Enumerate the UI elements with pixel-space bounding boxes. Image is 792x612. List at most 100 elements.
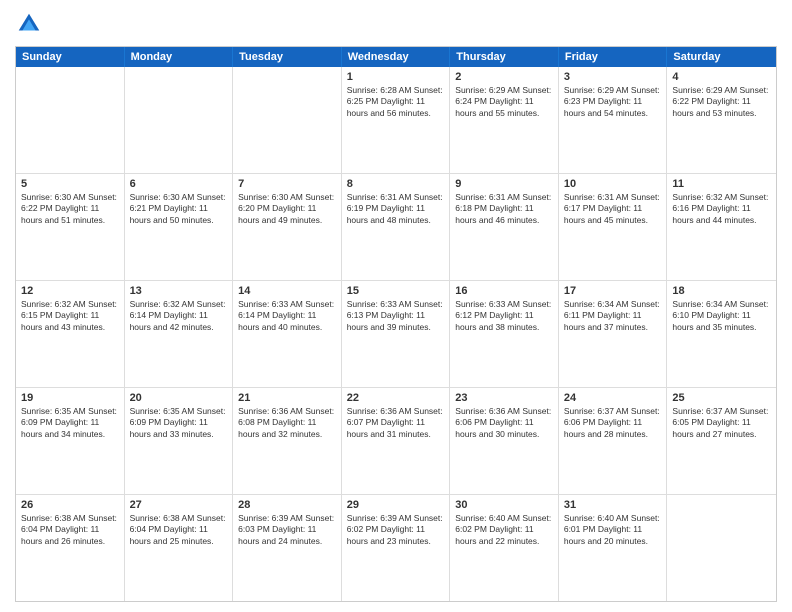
cell-info: Sunrise: 6:29 AM Sunset: 6:23 PM Dayligh…	[564, 85, 662, 119]
cell-day-number: 25	[672, 392, 771, 404]
calendar-cell	[667, 495, 776, 601]
logo	[15, 10, 47, 38]
calendar-row-2: 5 Sunrise: 6:30 AM Sunset: 6:22 PM Daylig…	[16, 174, 776, 281]
calendar-cell: 18Sunrise: 6:34 AM Sunset: 6:10 PM Dayli…	[667, 281, 776, 387]
calendar-cell: 12 Sunrise: 6:32 AM Sunset: 6:15 PM Dayli…	[16, 281, 125, 387]
calendar-cell	[16, 67, 125, 173]
cell-day-number: 16	[455, 285, 553, 297]
cell-info: Sunrise: 6:37 AM Sunset: 6:05 PM Dayligh…	[672, 406, 771, 440]
cell-day-number: 22	[347, 392, 445, 404]
calendar-cell: 7 Sunrise: 6:30 AM Sunset: 6:20 PM Daylig…	[233, 174, 342, 280]
day-header-wednesday: Wednesday	[342, 47, 451, 67]
calendar-cell: 5 Sunrise: 6:30 AM Sunset: 6:22 PM Daylig…	[16, 174, 125, 280]
cell-day-number: 14	[238, 285, 336, 297]
calendar-row-4: 19Sunrise: 6:35 AM Sunset: 6:09 PM Dayli…	[16, 388, 776, 495]
calendar-cell: 3 Sunrise: 6:29 AM Sunset: 6:23 PM Daylig…	[559, 67, 668, 173]
calendar-cell: 31Sunrise: 6:40 AM Sunset: 6:01 PM Dayli…	[559, 495, 668, 601]
calendar-cell: 14 Sunrise: 6:33 AM Sunset: 6:14 PM Dayli…	[233, 281, 342, 387]
cell-day-number: 10	[564, 178, 662, 190]
cell-info: Sunrise: 6:39 AM Sunset: 6:03 PM Dayligh…	[238, 513, 336, 547]
cell-info: Sunrise: 6:33 AM Sunset: 6:12 PM Dayligh…	[455, 299, 553, 333]
cell-info: Sunrise: 6:34 AM Sunset: 6:10 PM Dayligh…	[672, 299, 771, 333]
day-header-monday: Monday	[125, 47, 234, 67]
day-header-friday: Friday	[559, 47, 668, 67]
calendar-cell: 13Sunrise: 6:32 AM Sunset: 6:14 PM Dayli…	[125, 281, 234, 387]
cell-info: Sunrise: 6:30 AM Sunset: 6:21 PM Dayligh…	[130, 192, 228, 226]
calendar-cell: 21 Sunrise: 6:36 AM Sunset: 6:08 PM Dayli…	[233, 388, 342, 494]
cell-info: Sunrise: 6:31 AM Sunset: 6:18 PM Dayligh…	[455, 192, 553, 226]
cell-info: Sunrise: 6:38 AM Sunset: 6:04 PM Dayligh…	[130, 513, 228, 547]
cell-info: Sunrise: 6:32 AM Sunset: 6:14 PM Dayligh…	[130, 299, 228, 333]
calendar-cell: 20 Sunrise: 6:35 AM Sunset: 6:09 PM Dayli…	[125, 388, 234, 494]
cell-day-number: 4	[672, 71, 771, 83]
cell-info: Sunrise: 6:31 AM Sunset: 6:19 PM Dayligh…	[347, 192, 445, 226]
calendar-cell	[233, 67, 342, 173]
calendar-cell: 1Sunrise: 6:28 AM Sunset: 6:25 PM Daylig…	[342, 67, 451, 173]
calendar-body: 1Sunrise: 6:28 AM Sunset: 6:25 PM Daylig…	[16, 67, 776, 601]
day-headers: SundayMondayTuesdayWednesdayThursdayFrid…	[16, 47, 776, 67]
cell-day-number: 28	[238, 499, 336, 511]
day-header-tuesday: Tuesday	[233, 47, 342, 67]
cell-day-number: 20	[130, 392, 228, 404]
cell-day-number: 2	[455, 71, 553, 83]
cell-day-number: 26	[21, 499, 119, 511]
cell-day-number: 15	[347, 285, 445, 297]
cell-day-number: 21	[238, 392, 336, 404]
cell-info: Sunrise: 6:38 AM Sunset: 6:04 PM Dayligh…	[21, 513, 119, 547]
calendar-cell: 27 Sunrise: 6:38 AM Sunset: 6:04 PM Dayli…	[125, 495, 234, 601]
calendar-cell: 23Sunrise: 6:36 AM Sunset: 6:06 PM Dayli…	[450, 388, 559, 494]
calendar-cell: 11Sunrise: 6:32 AM Sunset: 6:16 PM Dayli…	[667, 174, 776, 280]
calendar: SundayMondayTuesdayWednesdayThursdayFrid…	[15, 46, 777, 602]
calendar-cell: 4Sunrise: 6:29 AM Sunset: 6:22 PM Daylig…	[667, 67, 776, 173]
cell-day-number: 24	[564, 392, 662, 404]
calendar-cell: 8 Sunrise: 6:31 AM Sunset: 6:19 PM Daylig…	[342, 174, 451, 280]
cell-day-number: 7	[238, 178, 336, 190]
cell-info: Sunrise: 6:30 AM Sunset: 6:22 PM Dayligh…	[21, 192, 119, 226]
cell-info: Sunrise: 6:39 AM Sunset: 6:02 PM Dayligh…	[347, 513, 445, 547]
cell-info: Sunrise: 6:31 AM Sunset: 6:17 PM Dayligh…	[564, 192, 662, 226]
calendar-cell: 29Sunrise: 6:39 AM Sunset: 6:02 PM Dayli…	[342, 495, 451, 601]
calendar-cell: 10 Sunrise: 6:31 AM Sunset: 6:17 PM Dayli…	[559, 174, 668, 280]
calendar-cell: 28 Sunrise: 6:39 AM Sunset: 6:03 PM Dayli…	[233, 495, 342, 601]
cell-info: Sunrise: 6:33 AM Sunset: 6:13 PM Dayligh…	[347, 299, 445, 333]
cell-day-number: 9	[455, 178, 553, 190]
cell-day-number: 3	[564, 71, 662, 83]
calendar-cell: 2 Sunrise: 6:29 AM Sunset: 6:24 PM Daylig…	[450, 67, 559, 173]
cell-info: Sunrise: 6:35 AM Sunset: 6:09 PM Dayligh…	[130, 406, 228, 440]
calendar-cell: 19Sunrise: 6:35 AM Sunset: 6:09 PM Dayli…	[16, 388, 125, 494]
cell-info: Sunrise: 6:37 AM Sunset: 6:06 PM Dayligh…	[564, 406, 662, 440]
calendar-row-3: 12 Sunrise: 6:32 AM Sunset: 6:15 PM Dayli…	[16, 281, 776, 388]
cell-day-number: 12	[21, 285, 119, 297]
calendar-cell: 24 Sunrise: 6:37 AM Sunset: 6:06 PM Dayli…	[559, 388, 668, 494]
cell-day-number: 8	[347, 178, 445, 190]
cell-day-number: 30	[455, 499, 553, 511]
calendar-cell: 26 Sunrise: 6:38 AM Sunset: 6:04 PM Dayli…	[16, 495, 125, 601]
calendar-cell: 16 Sunrise: 6:33 AM Sunset: 6:12 PM Dayli…	[450, 281, 559, 387]
cell-info: Sunrise: 6:34 AM Sunset: 6:11 PM Dayligh…	[564, 299, 662, 333]
cell-info: Sunrise: 6:36 AM Sunset: 6:08 PM Dayligh…	[238, 406, 336, 440]
cell-info: Sunrise: 6:32 AM Sunset: 6:15 PM Dayligh…	[21, 299, 119, 333]
cell-day-number: 1	[347, 71, 445, 83]
header	[15, 10, 777, 38]
page: SundayMondayTuesdayWednesdayThursdayFrid…	[0, 0, 792, 612]
day-header-sunday: Sunday	[16, 47, 125, 67]
calendar-cell: 30 Sunrise: 6:40 AM Sunset: 6:02 PM Dayli…	[450, 495, 559, 601]
calendar-row-1: 1Sunrise: 6:28 AM Sunset: 6:25 PM Daylig…	[16, 67, 776, 174]
calendar-cell: 22 Sunrise: 6:36 AM Sunset: 6:07 PM Dayli…	[342, 388, 451, 494]
calendar-cell: 6Sunrise: 6:30 AM Sunset: 6:21 PM Daylig…	[125, 174, 234, 280]
cell-day-number: 27	[130, 499, 228, 511]
cell-info: Sunrise: 6:29 AM Sunset: 6:24 PM Dayligh…	[455, 85, 553, 119]
day-header-thursday: Thursday	[450, 47, 559, 67]
logo-icon	[15, 10, 43, 38]
cell-info: Sunrise: 6:30 AM Sunset: 6:20 PM Dayligh…	[238, 192, 336, 226]
cell-info: Sunrise: 6:35 AM Sunset: 6:09 PM Dayligh…	[21, 406, 119, 440]
cell-day-number: 5	[21, 178, 119, 190]
calendar-cell: 17 Sunrise: 6:34 AM Sunset: 6:11 PM Dayli…	[559, 281, 668, 387]
cell-info: Sunrise: 6:33 AM Sunset: 6:14 PM Dayligh…	[238, 299, 336, 333]
day-header-saturday: Saturday	[667, 47, 776, 67]
cell-info: Sunrise: 6:36 AM Sunset: 6:07 PM Dayligh…	[347, 406, 445, 440]
cell-day-number: 17	[564, 285, 662, 297]
cell-info: Sunrise: 6:40 AM Sunset: 6:02 PM Dayligh…	[455, 513, 553, 547]
calendar-cell	[125, 67, 234, 173]
cell-info: Sunrise: 6:36 AM Sunset: 6:06 PM Dayligh…	[455, 406, 553, 440]
